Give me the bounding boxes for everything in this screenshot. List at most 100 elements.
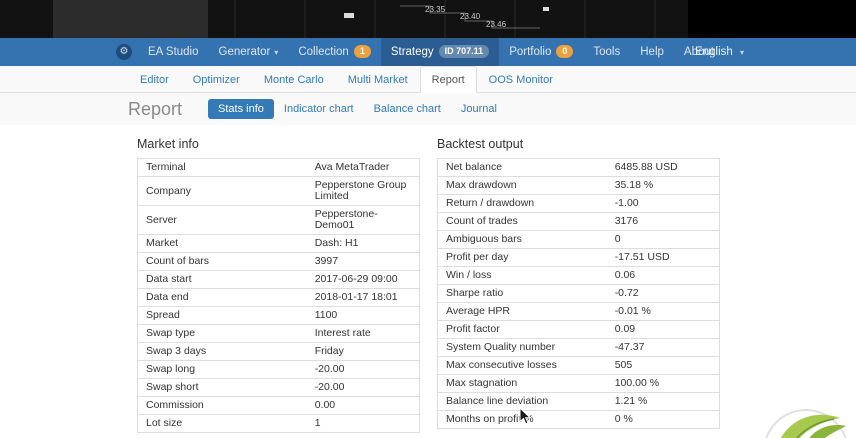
nav-item-ea-studio[interactable]: EA Studio [138, 38, 209, 66]
row-label: Return / drawdown [437, 194, 607, 213]
row-value: 0.06 [606, 266, 720, 285]
table-row: Terminal Ava MetaTrader [137, 158, 420, 177]
table-row: Lot size 1 [137, 414, 420, 433]
tab-editor[interactable]: Editor [128, 66, 181, 92]
price-label: 23.46 [486, 20, 507, 29]
row-value: 2017-06-29 09:00 [306, 270, 420, 289]
backtest-output-section: Backtest output Net balance 6485.88 USD … [437, 137, 720, 429]
row-label: Lot size [137, 414, 307, 433]
row-label: Win / loss [437, 266, 607, 285]
nav-item-portfolio[interactable]: Portfolio 0 [499, 38, 583, 66]
report-header: Report Stats info Indicator chart Balanc… [0, 93, 856, 125]
row-value: -1.00 [606, 194, 720, 213]
table-row: Company Pepperstone Group Limited [137, 176, 420, 206]
tab-monte-carlo[interactable]: Monte Carlo [252, 66, 336, 92]
table-row: System Quality number -47.37 [437, 338, 720, 357]
row-value: 0.00 [306, 396, 420, 415]
collection-count-badge: 1 [353, 45, 371, 58]
row-label: Swap short [137, 378, 307, 397]
table-row: Data start 2017-06-29 09:00 [137, 270, 420, 289]
row-value: Pepperstone Group Limited [306, 176, 420, 206]
row-label: Balance line deviation [437, 392, 607, 411]
settings-gear-icon[interactable]: ⚙ [116, 44, 132, 60]
row-value: -20.00 [306, 360, 420, 379]
brand-label: EA Studio [148, 46, 199, 58]
table-row: Max stagnation 100.00 % [437, 374, 720, 393]
row-value: 6485.88 USD [606, 158, 720, 177]
nav-item-strategy[interactable]: Strategy ID 707.11 [380, 38, 500, 66]
row-label: Max drawdown [437, 176, 607, 195]
plant-logo-icon [758, 396, 854, 438]
row-label: Swap type [137, 324, 307, 343]
row-value: 0 [606, 230, 720, 249]
nav-item-collection[interactable]: Collection 1 [288, 38, 381, 66]
tab-oos-monitor[interactable]: OOS Monitor [477, 66, 565, 92]
table-row: Average HPR -0.01 % [437, 302, 720, 321]
page-title: Report [128, 98, 183, 119]
subtab-balance-chart[interactable]: Balance chart [364, 99, 451, 119]
row-value: 1.21 % [606, 392, 720, 411]
row-value: -0.01 % [606, 302, 720, 321]
portfolio-count-badge: 0 [556, 45, 574, 58]
row-value: 3176 [606, 212, 720, 231]
nav-item-help[interactable]: Help [630, 38, 674, 66]
tab-multi-market[interactable]: Multi Market [336, 66, 420, 92]
market-info-title: Market info [137, 137, 199, 151]
row-value: 0 % [606, 410, 720, 429]
report-content: Market info Terminal Ava MetaTrader Comp… [0, 125, 856, 438]
row-label: Max consecutive losses [437, 356, 607, 375]
row-value: -20.00 [306, 378, 420, 397]
table-row: Swap type Interest rate [137, 324, 420, 343]
table-row: Months on profit % 0 % [437, 410, 720, 429]
row-value: 2018-01-17 18:01 [306, 288, 420, 307]
backtest-output-table: Net balance 6485.88 USD Max drawdown 35.… [437, 158, 720, 429]
tab-optimizer[interactable]: Optimizer [181, 66, 252, 92]
table-row: Net balance 6485.88 USD [437, 158, 720, 177]
table-row: Server Pepperstone-Demo01 [137, 205, 420, 235]
row-label: Months on profit % [437, 410, 607, 429]
nav-item-generator[interactable]: Generator ▾ [209, 38, 289, 67]
chart-tick-mark [344, 13, 354, 18]
tab-report[interactable]: Report [419, 66, 477, 93]
strategy-id-badge: ID 707.11 [438, 45, 490, 58]
row-label: Spread [137, 306, 307, 325]
table-row: Profit factor 0.09 [437, 320, 720, 339]
backtest-output-title: Backtest output [437, 137, 524, 151]
row-value: 100.00 % [606, 374, 720, 393]
row-value: Ava MetaTrader [306, 158, 420, 177]
chevron-down-icon: ▾ [274, 47, 279, 57]
table-row: Count of bars 3997 [137, 252, 420, 271]
row-value: 1100 [306, 306, 420, 325]
row-label: Terminal [137, 158, 307, 177]
price-label: 23.35 [425, 5, 446, 14]
row-value: 3997 [306, 252, 420, 271]
subtab-indicator-chart[interactable]: Indicator chart [274, 99, 364, 119]
table-row: Spread 1100 [137, 306, 420, 325]
market-info-table: Terminal Ava MetaTrader Company Pepperst… [137, 158, 420, 433]
row-label: Ambiguous bars [437, 230, 607, 249]
language-selector[interactable]: English ▾ [695, 38, 744, 67]
row-label: Sharpe ratio [437, 284, 607, 303]
row-label: Average HPR [437, 302, 607, 321]
table-row: Profit per day -17.51 USD [437, 248, 720, 267]
row-value: Dash: H1 [306, 234, 420, 253]
table-row: Balance line deviation 1.21 % [437, 392, 720, 411]
row-value: Friday [306, 342, 420, 361]
table-row: Win / loss 0.06 [437, 266, 720, 285]
table-row: Swap short -20.00 [137, 378, 420, 397]
subtab-journal[interactable]: Journal [451, 99, 507, 119]
row-value: 1 [306, 414, 420, 433]
row-label: Profit factor [437, 320, 607, 339]
nav-item-tools[interactable]: Tools [583, 38, 630, 66]
subtab-stats-info[interactable]: Stats info [208, 99, 274, 119]
row-label: Swap 3 days [137, 342, 307, 361]
row-value: -0.72 [606, 284, 720, 303]
table-row: Max consecutive losses 505 [437, 356, 720, 375]
row-label: Profit per day [437, 248, 607, 267]
market-info-section: Market info Terminal Ava MetaTrader Comp… [137, 137, 420, 433]
top-chart-strip: 23.35 23.40 23.46 [0, 0, 856, 38]
row-value: -47.37 [606, 338, 720, 357]
row-label: Data end [137, 288, 307, 307]
row-value: 505 [606, 356, 720, 375]
chevron-down-icon: ▾ [739, 48, 744, 57]
